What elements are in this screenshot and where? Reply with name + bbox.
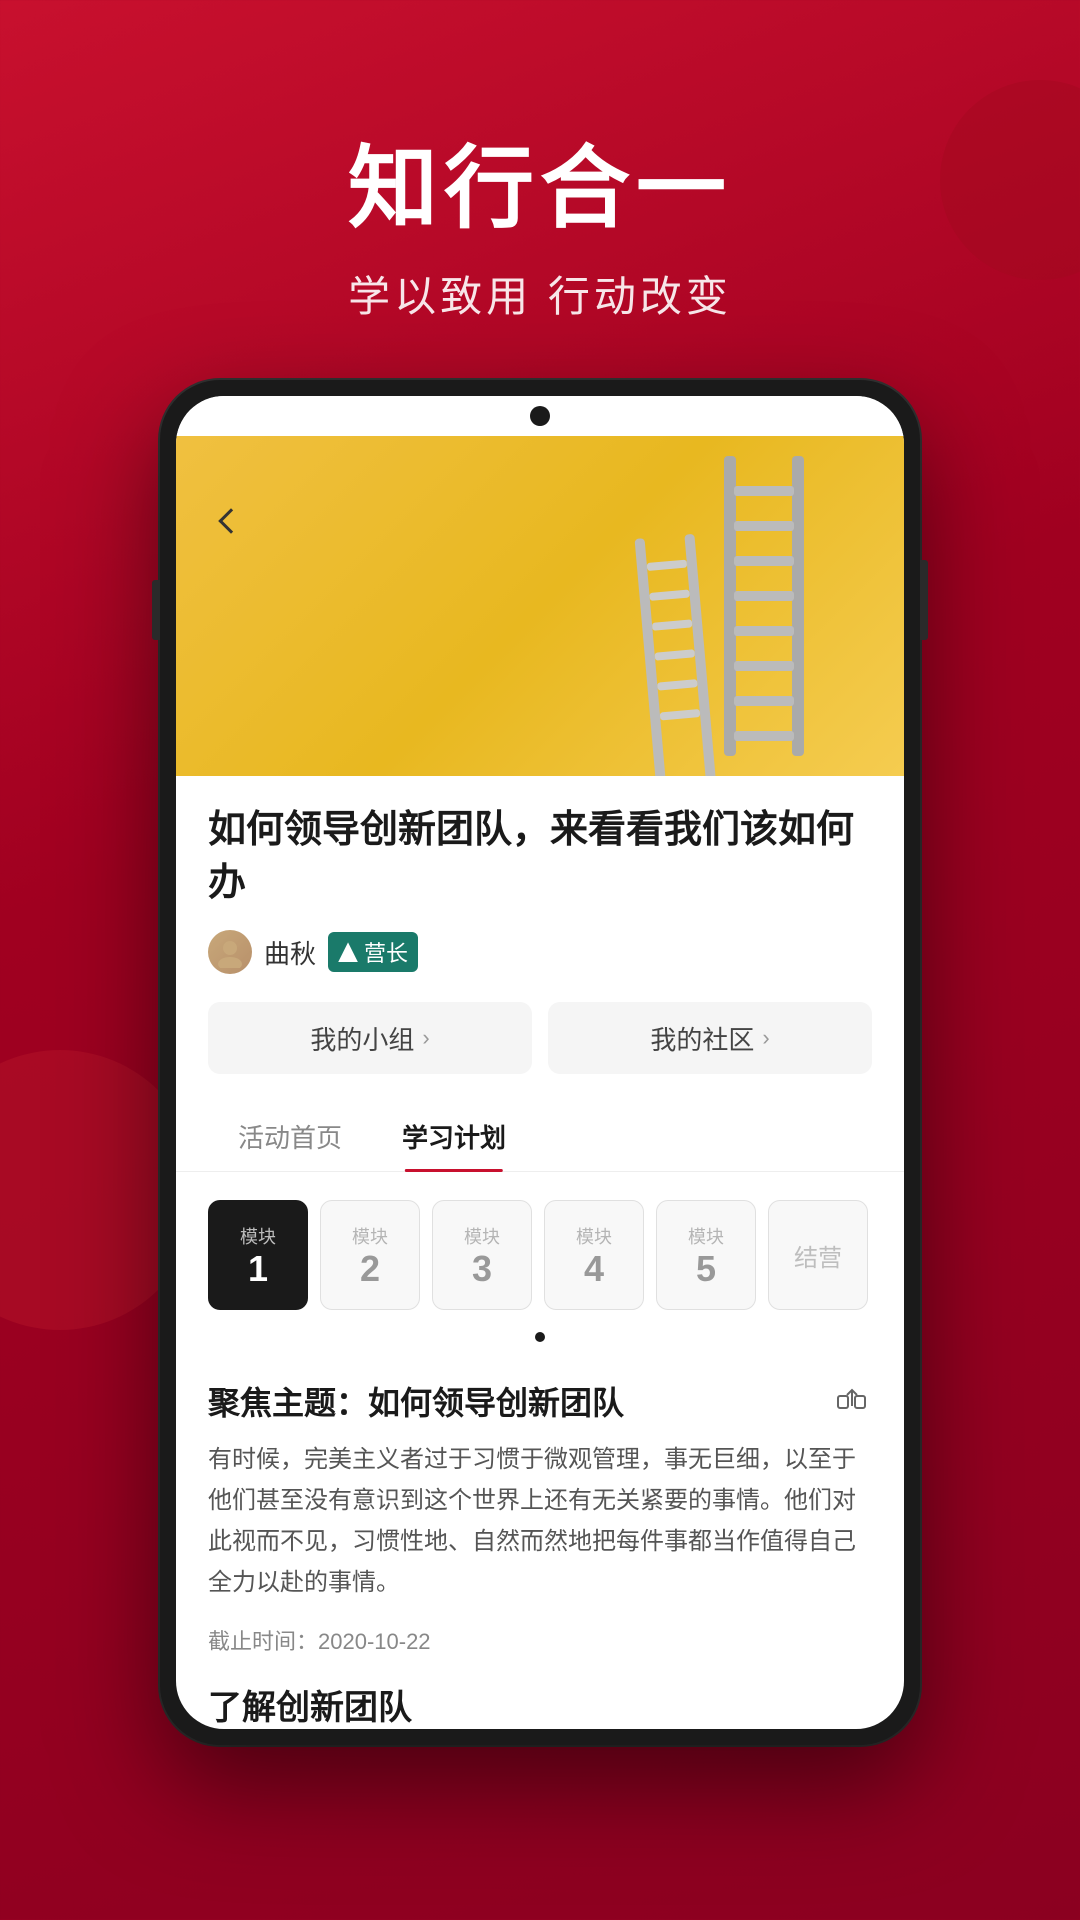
module-tab-1[interactable]: 模块 1	[208, 1200, 308, 1310]
phone-screen: 如何领导创新团队，来看看我们该如何办 曲秋 营长	[176, 396, 904, 1729]
active-dot	[535, 1332, 545, 1342]
article-hero-image	[176, 436, 904, 776]
phone-frame: 如何领导创新团队，来看看我们该如何办 曲秋 营长	[160, 380, 920, 1745]
my-group-button[interactable]: 我的小组 ›	[208, 1002, 532, 1074]
small-ladder-rung-2	[649, 589, 690, 600]
focus-title-row: 聚焦主题：如何领导创新团队	[208, 1378, 872, 1424]
focus-body: 有时候，完美主义者过于习惯于微观管理，事无巨细，以至于他们甚至没有意识到这个世界…	[208, 1440, 872, 1603]
ladder-rung-4	[734, 591, 794, 601]
module-closing-label: 结营	[794, 1238, 842, 1273]
ladder-right-rail	[792, 456, 804, 756]
tab-learning-plan[interactable]: 学习计划	[372, 1102, 536, 1171]
tab-bar: 活动首页 学习计划	[176, 1102, 904, 1172]
ladder-left-rail	[724, 456, 736, 756]
small-ladder-rung-3	[652, 619, 693, 630]
hero-section: 知行合一 学以致用 行动改变	[0, 0, 1080, 384]
phone-power-button	[920, 560, 928, 640]
small-ladder-rung-1	[647, 560, 688, 571]
share-button[interactable]	[832, 1381, 872, 1421]
my-community-label: 我的社区	[650, 1020, 754, 1057]
tab-activity-home[interactable]: 活动首页	[208, 1102, 372, 1171]
module-3-num: 3	[472, 1249, 492, 1289]
community-chevron-icon: ›	[762, 1025, 769, 1051]
ladder-rung-7	[734, 696, 794, 706]
ladder-rung-1	[734, 486, 794, 496]
module-4-num: 4	[584, 1249, 604, 1289]
module-tab-4[interactable]: 模块 4	[544, 1200, 644, 1310]
ladder-rung-2	[734, 521, 794, 531]
hero-title: 知行合一	[0, 140, 1080, 239]
module-5-label: 模块	[688, 1223, 724, 1249]
rank-badge: 营长	[328, 932, 418, 972]
phone-status-bar	[176, 396, 904, 436]
ladder-rung-6	[734, 661, 794, 671]
tab-learning-label: 学习计划	[402, 1123, 506, 1153]
tab-activity-label: 活动首页	[238, 1123, 342, 1153]
article-content: 如何领导创新团队，来看看我们该如何办 曲秋 营长	[176, 776, 904, 974]
module-tab-5[interactable]: 模块 5	[656, 1200, 756, 1310]
ladder-rung-3	[734, 556, 794, 566]
rank-badge-icon	[338, 942, 358, 962]
hero-subtitle: 学以致用 行动改变	[0, 263, 1080, 324]
article-title: 如何领导创新团队，来看看我们该如何办	[208, 804, 872, 910]
module-5-num: 5	[696, 1249, 716, 1289]
author-row: 曲秋 营长	[208, 930, 872, 974]
ladder-small	[635, 534, 714, 758]
module-3-label: 模块	[464, 1223, 500, 1249]
module-2-label: 模块	[352, 1223, 388, 1249]
back-button[interactable]	[206, 496, 256, 546]
group-chevron-icon: ›	[422, 1025, 429, 1051]
module-tabs: 模块 1 模块 2 模块 3 模块 4 模块 5	[176, 1200, 904, 1310]
module-tab-3[interactable]: 模块 3	[432, 1200, 532, 1310]
small-ladder-rung-5	[657, 679, 698, 690]
rank-badge-label: 营长	[364, 936, 408, 968]
ladder-large	[724, 456, 804, 756]
author-name: 曲秋	[264, 934, 316, 971]
author-avatar	[208, 930, 252, 974]
my-group-label: 我的小组	[310, 1020, 414, 1057]
small-ladder-rung-4	[655, 649, 696, 660]
avatar-icon	[214, 936, 246, 968]
phone-volume-button	[152, 580, 160, 640]
avatar-inner	[208, 930, 252, 974]
share-icon	[837, 1386, 867, 1416]
ladder-rung-8	[734, 731, 794, 741]
module-2-num: 2	[360, 1249, 380, 1289]
back-chevron-icon	[218, 508, 243, 533]
deadline-text: 截止时间：2020-10-22	[208, 1624, 872, 1656]
module-1-label: 模块	[240, 1223, 276, 1249]
phone-camera	[530, 406, 550, 426]
phone-mockup: 如何领导创新团队，来看看我们该如何办 曲秋 营长	[160, 380, 920, 1745]
module-1-num: 1	[248, 1249, 268, 1289]
module-tab-2[interactable]: 模块 2	[320, 1200, 420, 1310]
ladder-rung-5	[734, 626, 794, 636]
focus-section: 聚焦主题：如何领导创新团队 有时候，完美主义者过于习惯于微观管理，事无巨细，以至…	[176, 1354, 904, 1728]
nav-buttons-row: 我的小组 › 我的社区 ›	[208, 1002, 872, 1074]
module-4-label: 模块	[576, 1223, 612, 1249]
my-community-button[interactable]: 我的社区 ›	[548, 1002, 872, 1074]
dot-indicator	[176, 1320, 904, 1354]
small-ladder-rung-6	[660, 709, 701, 720]
focus-title: 聚焦主题：如何领导创新团队	[208, 1378, 624, 1424]
section-title: 了解创新团队	[208, 1680, 872, 1729]
module-tab-closing[interactable]: 结营	[768, 1200, 868, 1310]
